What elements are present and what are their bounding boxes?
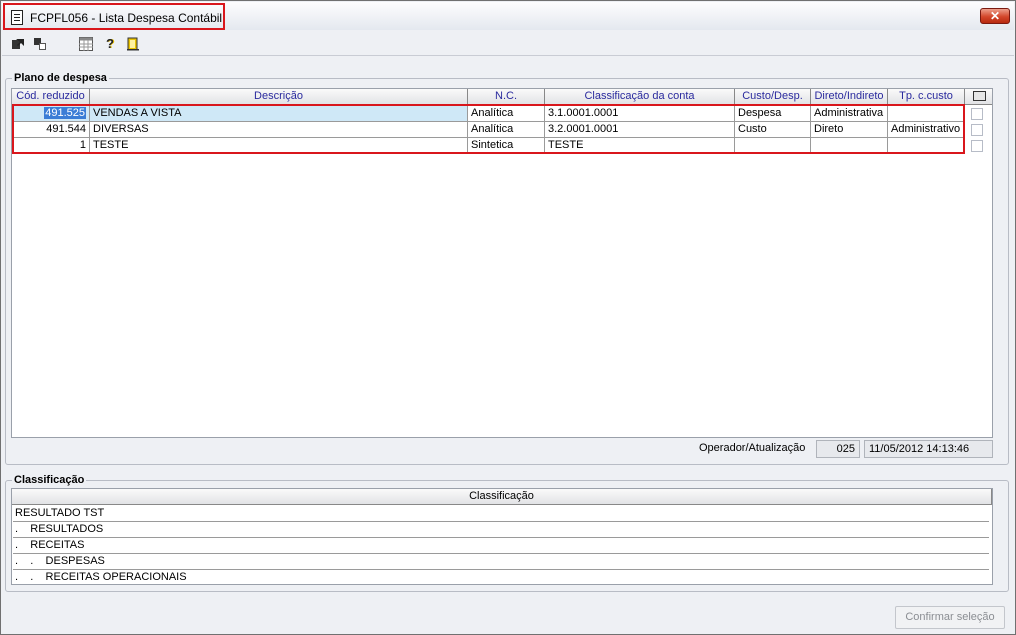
export-icon[interactable] — [11, 37, 25, 51]
list-item[interactable]: . . DESPESAS — [13, 554, 989, 570]
row-checkbox[interactable] — [971, 140, 983, 152]
row-checkbox[interactable] — [971, 108, 983, 120]
close-button[interactable]: ✕ — [980, 8, 1010, 24]
row-checkbox[interactable] — [971, 124, 983, 136]
list-item[interactable]: . RESULTADOS — [13, 522, 989, 538]
scroll-down-icon[interactable]: ⌄ — [992, 573, 993, 583]
title-highlight: FCPFL056 - Lista Despesa Contábil — [3, 3, 225, 30]
exit-door-icon[interactable] — [126, 37, 140, 51]
title-bar: FCPFL056 - Lista Despesa Contábil ✕ — [2, 2, 1014, 30]
select-all-checkbox-icon[interactable] — [972, 91, 986, 101]
list-item[interactable]: . . RECEITAS OPERACIONAIS — [13, 570, 989, 584]
list-item[interactable]: RESULTADO TST — [13, 506, 989, 522]
toolbar: ? — [2, 30, 1014, 56]
scroll-up-icon[interactable]: ⌃ — [992, 508, 993, 518]
document-icon — [11, 10, 23, 25]
copy-icon[interactable] — [33, 37, 47, 51]
classificacao-scrollbar[interactable]: ⌃ ⌄ — [991, 506, 993, 584]
col-direto-indireto[interactable]: Direto/Indireto — [811, 89, 888, 105]
col-descricao[interactable]: Descrição — [90, 89, 468, 105]
scroll-up-icon[interactable]: ⌃ — [992, 108, 993, 118]
classificacao-grid: Classificação RESULTADO TST . RESULTADOS… — [11, 488, 993, 585]
col-select-all[interactable] — [965, 89, 992, 105]
data-atualizacao-field: 11/05/2012 14:13:46 — [864, 440, 993, 458]
plano-scrollbar[interactable]: ⌃ ⌄ — [991, 106, 993, 437]
col-classificacao-conta[interactable]: Classificação da conta — [545, 89, 735, 105]
help-icon[interactable]: ? — [103, 37, 117, 51]
classificacao-group-label: Classificação — [12, 474, 87, 486]
grid-icon[interactable] — [79, 37, 93, 51]
window: FCPFL056 - Lista Despesa Contábil ✕ ? Pl… — [0, 0, 1016, 635]
col-tp-ccusto[interactable]: Tp. c.custo — [888, 89, 965, 105]
operador-field: 025 — [816, 440, 860, 458]
plano-group-label: Plano de despesa — [12, 72, 109, 84]
col-cod-reduzido[interactable]: Cód. reduzido — [12, 89, 90, 105]
window-title: FCPFL056 - Lista Despesa Contábil — [30, 11, 223, 25]
col-classificacao[interactable]: Classificação — [12, 489, 992, 505]
list-item[interactable]: . RECEITAS — [13, 538, 989, 554]
rows-highlight — [12, 104, 965, 154]
operador-atualizacao-label: Operador/Atualização — [699, 442, 806, 454]
col-nc[interactable]: N.C. — [468, 89, 545, 105]
scroll-down-icon[interactable]: ⌄ — [992, 426, 993, 436]
col-custo-desp[interactable]: Custo/Desp. — [735, 89, 811, 105]
confirmar-selecao-button[interactable]: Confirmar seleção — [895, 606, 1005, 629]
